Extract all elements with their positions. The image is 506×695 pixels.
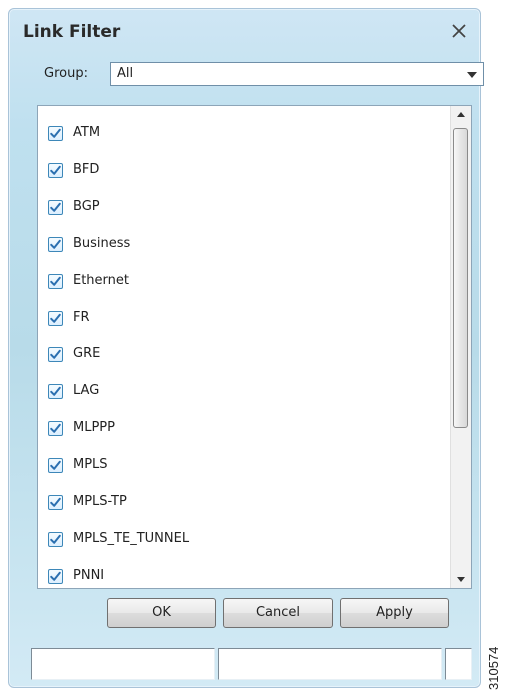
list-item[interactable]: Ethernet [48, 272, 428, 294]
list-item-label: GRE [73, 346, 101, 362]
cancel-button[interactable]: Cancel [223, 598, 333, 628]
checkmark-icon [50, 387, 61, 397]
checkbox[interactable] [48, 273, 63, 289]
arrow-down-icon [457, 577, 465, 582]
checkbox[interactable] [48, 162, 63, 178]
checkbox[interactable] [48, 568, 63, 584]
checkmark-icon [50, 239, 61, 249]
status-field-2 [218, 648, 442, 680]
checkbox[interactable] [48, 347, 63, 363]
status-field-1 [31, 648, 215, 680]
checkbox[interactable] [48, 199, 63, 215]
group-row: Group: All [29, 62, 484, 88]
checkbox[interactable] [48, 126, 63, 141]
close-button[interactable] [446, 18, 472, 44]
checkbox[interactable] [48, 458, 63, 474]
list-item-label: BGP [73, 198, 100, 214]
apply-button[interactable]: Apply [340, 598, 449, 628]
group-select[interactable]: All [110, 62, 484, 86]
checkbox[interactable] [48, 310, 63, 326]
close-icon [452, 24, 466, 38]
list-item[interactable]: ATM [48, 124, 428, 146]
checkmark-icon [50, 497, 61, 507]
list-item-label: BFD [73, 161, 100, 177]
list-item[interactable]: MLPPP [48, 419, 428, 441]
list-item-label: PNNI [73, 567, 105, 583]
arrow-up-icon [457, 112, 465, 117]
checkmark-icon [50, 313, 61, 323]
list-item[interactable]: BFD [48, 161, 428, 183]
list-item[interactable]: FR [48, 309, 428, 331]
scroll-thumb[interactable] [453, 128, 468, 428]
list-item[interactable]: BGP [48, 198, 428, 220]
chevron-down-icon [467, 72, 477, 78]
checkmark-icon [50, 276, 61, 286]
list-item-label: ATM [73, 125, 101, 140]
dialog-title: Link Filter [23, 22, 121, 42]
checkbox[interactable] [48, 384, 63, 400]
checkmark-icon [50, 350, 61, 360]
checkmark-icon [50, 423, 61, 433]
list-item[interactable]: MPLS_TE_TUNNEL [48, 530, 428, 552]
status-bar [31, 648, 472, 680]
link-filter-dialog: Link Filter Group: All ATM BFD BGP Business… [8, 8, 484, 688]
list-item-label: LAG [73, 383, 100, 399]
checkmark-icon [50, 534, 61, 544]
group-select-value: All [117, 66, 134, 81]
list-item[interactable]: MPLS [48, 456, 428, 478]
list-item[interactable]: MPLS-TP [48, 493, 428, 515]
list-item[interactable]: LAG [48, 382, 428, 404]
title-bar: Link Filter [9, 9, 480, 59]
link-type-list: ATM BFD BGP Business Ethernet FR GRE LAG MLPPP MP… [37, 105, 472, 589]
list-item-label: MPLS-TP [73, 494, 127, 509]
button-row: OK Cancel Apply [9, 598, 482, 630]
list-item-label: MLPPP [73, 420, 115, 436]
scroll-down-button[interactable] [451, 570, 471, 588]
list-item-label: MPLS_TE_TUNNEL [73, 530, 190, 546]
page: Link Filter Group: All ATM BFD BGP Business… [0, 0, 506, 695]
checkmark-icon [50, 165, 61, 175]
checkbox[interactable] [48, 236, 63, 252]
list-item-label: FR [73, 309, 90, 325]
checkbox[interactable] [48, 421, 63, 437]
checkbox[interactable] [48, 531, 63, 547]
group-label: Group: [44, 66, 88, 81]
list-items: ATM BFD BGP Business Ethernet FR GRE LAG MLPPP MP… [38, 106, 442, 588]
list-item-label: Business [73, 235, 131, 251]
list-item-label: Ethernet [73, 272, 129, 288]
list-item[interactable]: Business [48, 235, 428, 257]
list-item[interactable]: GRE [48, 345, 428, 367]
status-field-3 [445, 648, 472, 680]
checkmark-icon [50, 128, 61, 138]
scroll-up-button[interactable] [451, 106, 471, 124]
checkmark-icon [50, 202, 61, 212]
checkmark-icon [50, 460, 61, 470]
figure-id: 310574 [486, 646, 501, 690]
vertical-scrollbar[interactable] [450, 106, 471, 588]
ok-button[interactable]: OK [107, 598, 216, 628]
list-item[interactable]: PNNI [48, 567, 428, 588]
list-item-label: MPLS [73, 457, 108, 473]
checkmark-icon [50, 571, 61, 581]
checkbox[interactable] [48, 495, 63, 510]
